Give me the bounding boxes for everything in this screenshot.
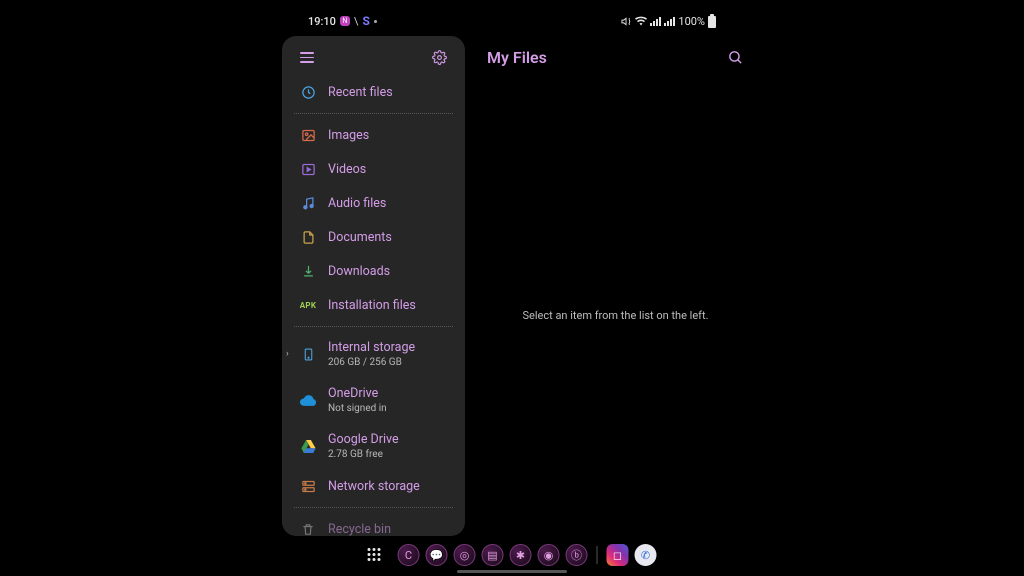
sidebar-item-label: Internal storage — [328, 340, 415, 355]
sidebar-item-subtext: Not signed in — [328, 403, 387, 414]
globe-icon: ◎ — [460, 549, 470, 562]
sidebar-item-documents[interactable]: Documents — [282, 220, 465, 254]
apps-drawer-button[interactable] — [368, 548, 382, 562]
status-notif-dot-icon — [374, 20, 377, 23]
audio-icon — [300, 195, 316, 211]
status-slash-icon: \ — [354, 15, 359, 28]
sidebar-item-recent[interactable]: Recent files — [282, 75, 465, 109]
sidebar-item-label: Images — [328, 128, 369, 143]
sidebar-item-downloads[interactable]: Downloads — [282, 254, 465, 288]
dock: C 💬 ◎ ▤ ✱ ◉ ⓑ ◻ ✆ — [368, 544, 657, 566]
gear-icon — [432, 50, 447, 65]
sidebar-item-internal-storage[interactable]: › Internal storage 206 GB / 256 GB — [282, 331, 465, 377]
status-mute-icon — [621, 16, 632, 27]
sidebar-item-label: Audio files — [328, 196, 386, 211]
onedrive-icon — [300, 392, 316, 408]
bixby-icon: ⓑ — [571, 547, 582, 563]
sidebar-item-images[interactable]: Images — [282, 118, 465, 152]
sidebar-item-label: Google Drive — [328, 432, 399, 447]
sidebar-item-gdrive[interactable]: Google Drive 2.78 GB free — [282, 423, 465, 469]
sidebar-item-label: Network storage — [328, 479, 420, 494]
divider — [294, 113, 453, 114]
app-title: My Files — [487, 48, 547, 67]
dock-app-contacts[interactable]: C — [398, 544, 420, 566]
search-icon — [727, 49, 744, 66]
status-battery-icon — [708, 14, 716, 28]
status-signal1-icon — [650, 17, 661, 26]
status-bar: 19:10 N \ S 100% — [0, 12, 1024, 30]
sidebar-item-onedrive[interactable]: OneDrive Not signed in — [282, 377, 465, 423]
empty-state-text: Select an item from the list on the left… — [487, 309, 744, 322]
sidebar-item-installation[interactable]: APK Installation files — [282, 288, 465, 322]
dock-app-browser[interactable]: ◎ — [454, 544, 476, 566]
status-notif-messenger-icon: N — [340, 16, 350, 26]
note-icon: ▤ — [487, 549, 497, 562]
sidebar-item-label: Videos — [328, 162, 366, 177]
image-icon — [300, 127, 316, 143]
dock-app-bixby[interactable]: ⓑ — [566, 544, 588, 566]
sidebar-item-subtext: 2.78 GB free — [328, 449, 399, 460]
video-icon — [300, 161, 316, 177]
sidebar-item-subtext: 206 GB / 256 GB — [328, 357, 415, 368]
divider — [294, 326, 453, 327]
sidebar-item-label: Downloads — [328, 264, 390, 279]
chat-icon: 💬 — [430, 549, 444, 562]
phone-storage-icon — [300, 346, 316, 362]
dock-app-phone[interactable]: ✆ — [635, 544, 657, 566]
dock-app-notes[interactable]: ▤ — [482, 544, 504, 566]
search-button[interactable] — [726, 49, 744, 67]
clock-icon — [300, 84, 316, 100]
instagram-icon: ◻ — [613, 549, 622, 562]
dock-divider — [597, 546, 598, 564]
dock-app-camera[interactable]: ◉ — [538, 544, 560, 566]
gdrive-icon — [300, 438, 316, 454]
settings-button[interactable] — [432, 50, 447, 65]
dock-app-instagram[interactable]: ◻ — [607, 544, 629, 566]
sidebar-item-recycle[interactable]: Recycle bin — [282, 512, 465, 536]
sidebar-item-videos[interactable]: Videos — [282, 152, 465, 186]
sidebar-item-network-storage[interactable]: Network storage — [282, 469, 465, 503]
status-battery-text: 100% — [678, 15, 705, 28]
sidebar-item-label: Installation files — [328, 298, 416, 313]
document-icon — [300, 229, 316, 245]
sidebar-panel: Recent files Images Videos Audio files D… — [282, 36, 465, 536]
sidebar-item-audio[interactable]: Audio files — [282, 186, 465, 220]
sidebar-item-label: OneDrive — [328, 386, 387, 401]
download-icon — [300, 263, 316, 279]
status-wifi-icon — [635, 16, 647, 26]
camera-icon: ◉ — [544, 549, 554, 562]
main-header: My Files — [487, 48, 744, 67]
sidebar-item-label: Recent files — [328, 85, 393, 100]
chevron-right-icon: › — [286, 349, 289, 359]
divider — [294, 507, 453, 508]
phone-icon: ✆ — [641, 549, 650, 562]
menu-button[interactable] — [300, 52, 314, 63]
status-signal2-icon — [664, 17, 675, 26]
status-time: 19:10 — [308, 15, 336, 28]
network-storage-icon — [300, 478, 316, 494]
sidebar-item-label: Documents — [328, 230, 392, 245]
dock-app-messages[interactable]: 💬 — [426, 544, 448, 566]
nav-gesture-handle[interactable] — [457, 570, 567, 573]
apk-icon: APK — [300, 297, 316, 313]
status-notif-s-icon: S — [362, 14, 369, 28]
dock-app-gallery[interactable]: ✱ — [510, 544, 532, 566]
trash-icon — [300, 521, 316, 536]
flower-icon: ✱ — [516, 549, 525, 562]
sidebar-item-label: Recycle bin — [328, 522, 391, 537]
letter-c-icon: C — [405, 549, 412, 562]
